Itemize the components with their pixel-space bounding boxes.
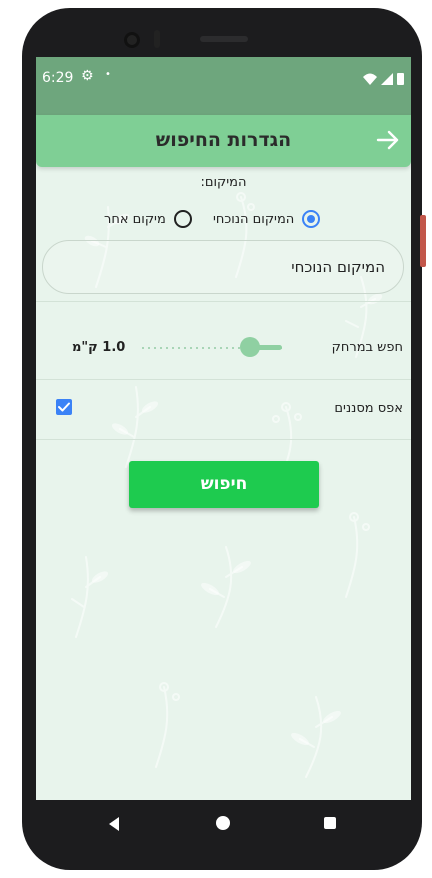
radio-current-label: המיקום הנוכחי bbox=[213, 211, 295, 227]
notification-dot: • bbox=[105, 69, 111, 80]
radio-current-button[interactable] bbox=[302, 210, 321, 228]
gear-icon: ⚙ bbox=[81, 68, 94, 84]
radio-other-button[interactable] bbox=[173, 210, 192, 228]
location-label: המיקום: bbox=[200, 175, 247, 190]
nav-recents-icon[interactable] bbox=[324, 817, 336, 829]
nav-back-icon[interactable] bbox=[106, 816, 122, 832]
radio-other-location[interactable]: מיקום אחר bbox=[104, 207, 192, 231]
nav-bar bbox=[36, 800, 411, 850]
sensor bbox=[154, 30, 160, 48]
divider bbox=[36, 379, 411, 380]
page-title: הגדרות החיפוש bbox=[155, 129, 292, 151]
status-icons bbox=[363, 73, 404, 85]
search-button[interactable]: חיפוש bbox=[129, 461, 319, 508]
divider bbox=[36, 301, 411, 302]
status-time: 6:29 bbox=[42, 70, 74, 86]
location-input-value: המיקום הנוכחי bbox=[291, 258, 385, 276]
signal-icon bbox=[381, 73, 393, 85]
checkmark-icon bbox=[58, 402, 70, 412]
wifi-icon bbox=[363, 73, 377, 85]
location-input[interactable]: המיקום הנוכחי bbox=[42, 240, 404, 294]
reset-filters-label: אפס מסננים bbox=[334, 401, 403, 416]
divider bbox=[36, 439, 411, 440]
reset-filters-checkbox[interactable] bbox=[56, 399, 72, 415]
earpiece-speaker bbox=[200, 36, 248, 42]
power-button bbox=[420, 215, 426, 267]
front-camera bbox=[124, 32, 140, 48]
distance-value: 1.0 ק"מ bbox=[72, 340, 126, 355]
radio-current-location[interactable]: המיקום הנוכחי bbox=[213, 207, 321, 231]
distance-slider-thumb[interactable] bbox=[239, 337, 260, 357]
distance-label: חפש במרחק bbox=[331, 340, 403, 355]
screen: 6:29 ⚙ • הגדרות החיפוש המיקום: המיקום הנ… bbox=[36, 57, 411, 800]
battery-icon bbox=[397, 73, 404, 85]
nav-home-icon[interactable] bbox=[216, 816, 230, 830]
radio-other-label: מיקום אחר bbox=[104, 211, 166, 227]
status-bar: 6:29 ⚙ • bbox=[36, 57, 411, 115]
arrow-right-icon[interactable] bbox=[375, 127, 401, 153]
app-bar: הגדרות החיפוש bbox=[36, 115, 411, 167]
